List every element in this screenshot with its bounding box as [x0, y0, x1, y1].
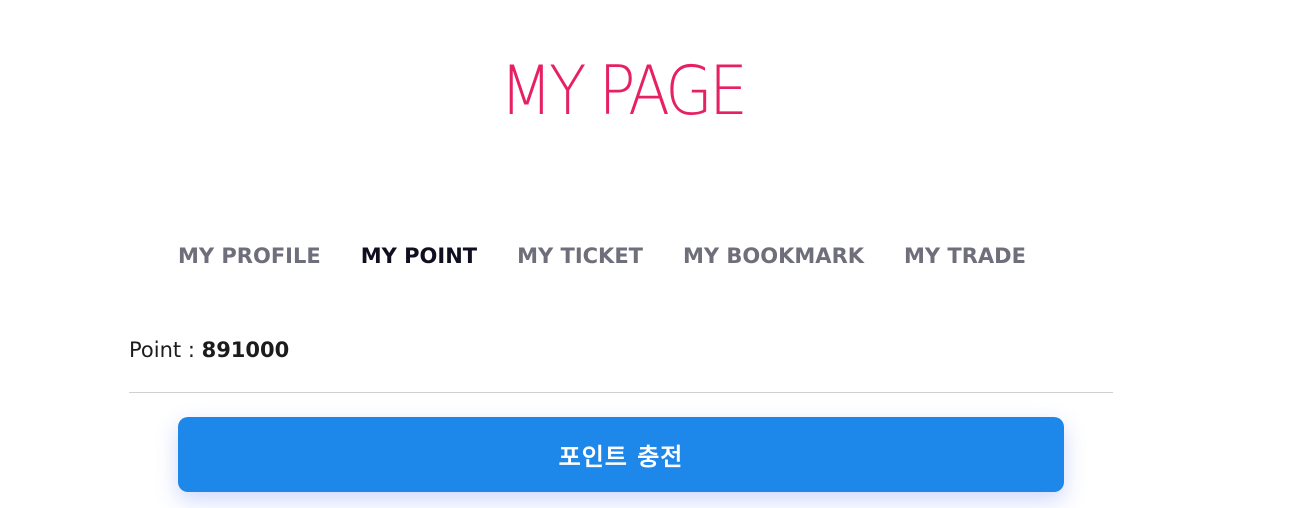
page-title: MY PAGE	[499, 52, 748, 131]
my-page: MY PAGE MY PROFILE MY POINT MY TICKET MY…	[0, 0, 1309, 508]
point-balance: Point : 891000	[129, 338, 289, 362]
point-label: Point :	[129, 338, 202, 362]
tab-my-profile[interactable]: MY PROFILE	[178, 244, 321, 268]
tab-bar: MY PROFILE MY POINT MY TICKET MY BOOKMAR…	[178, 240, 1026, 272]
tab-my-bookmark[interactable]: MY BOOKMARK	[683, 244, 864, 268]
charge-point-button[interactable]: 포인트 충전	[178, 417, 1064, 492]
tab-my-ticket[interactable]: MY TICKET	[517, 244, 643, 268]
tab-my-trade[interactable]: MY TRADE	[904, 244, 1026, 268]
point-value: 891000	[201, 338, 290, 362]
divider	[129, 392, 1113, 393]
tab-my-point[interactable]: MY POINT	[361, 244, 477, 268]
